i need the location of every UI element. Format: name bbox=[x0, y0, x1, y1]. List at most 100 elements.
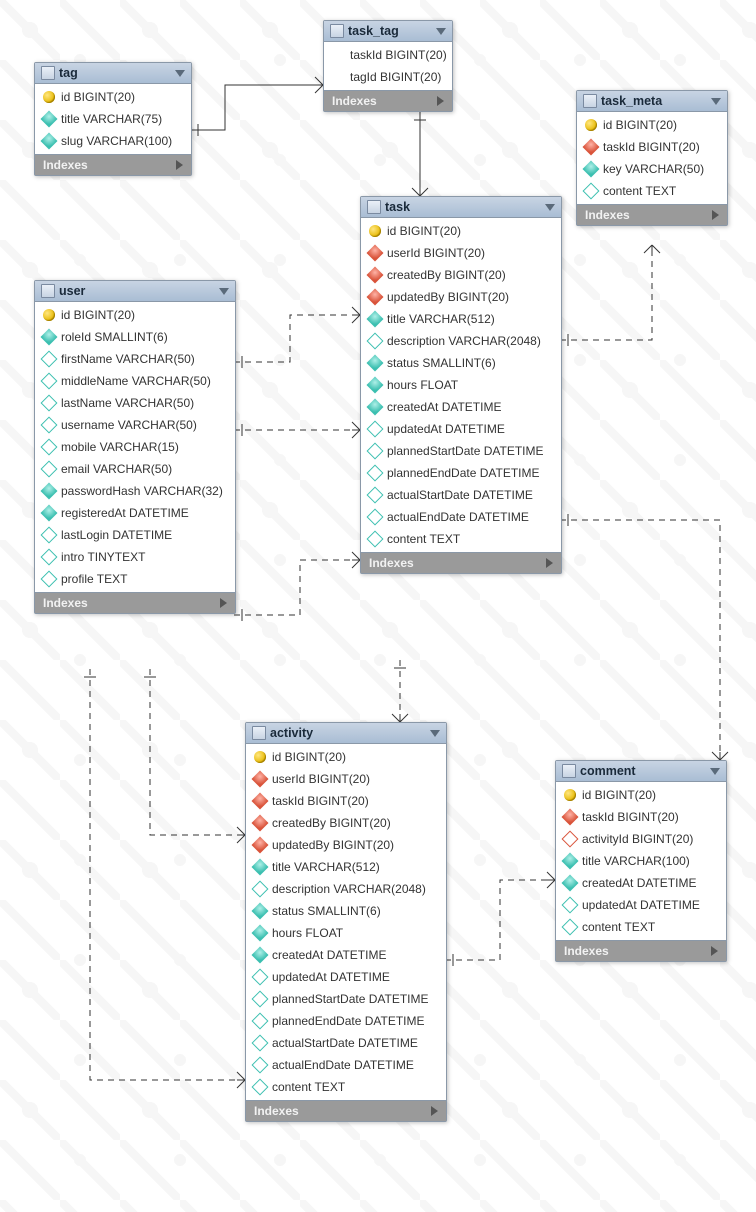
entity-header[interactable]: task_meta bbox=[577, 91, 727, 112]
column-row[interactable]: content TEXT bbox=[361, 528, 561, 550]
column-row[interactable]: content TEXT bbox=[246, 1076, 446, 1098]
column-row[interactable]: passwordHash VARCHAR(32) bbox=[35, 480, 235, 502]
column-row[interactable]: title VARCHAR(75) bbox=[35, 108, 191, 130]
column-row[interactable]: id BIGINT(20) bbox=[246, 746, 446, 768]
column-row[interactable]: mobile VARCHAR(15) bbox=[35, 436, 235, 458]
indexes-footer[interactable]: Indexes bbox=[246, 1100, 446, 1121]
collapse-icon[interactable] bbox=[711, 98, 721, 105]
column-row[interactable]: id BIGINT(20) bbox=[556, 784, 726, 806]
column-row[interactable]: id BIGINT(20) bbox=[577, 114, 727, 136]
column-row[interactable]: id BIGINT(20) bbox=[35, 304, 235, 326]
entity-task_tag[interactable]: task_tagtaskId BIGINT(20)tagId BIGINT(20… bbox=[323, 20, 453, 112]
column-row[interactable]: firstName VARCHAR(50) bbox=[35, 348, 235, 370]
column-row[interactable]: taskId BIGINT(20) bbox=[577, 136, 727, 158]
expand-icon[interactable] bbox=[712, 210, 719, 220]
column-row[interactable]: id BIGINT(20) bbox=[361, 220, 561, 242]
column-row[interactable]: updatedAt DATETIME bbox=[556, 894, 726, 916]
collapse-icon[interactable] bbox=[175, 70, 185, 77]
indexes-footer[interactable]: Indexes bbox=[577, 204, 727, 225]
column-type-icon bbox=[367, 333, 384, 350]
column-row[interactable]: createdBy BIGINT(20) bbox=[246, 812, 446, 834]
entity-user[interactable]: userid BIGINT(20)roleId SMALLINT(6)first… bbox=[34, 280, 236, 614]
column-row[interactable]: actualEndDate DATETIME bbox=[246, 1054, 446, 1076]
column-row[interactable]: plannedStartDate DATETIME bbox=[361, 440, 561, 462]
indexes-footer[interactable]: Indexes bbox=[35, 154, 191, 175]
column-row[interactable]: middleName VARCHAR(50) bbox=[35, 370, 235, 392]
entity-activity[interactable]: activityid BIGINT(20)userId BIGINT(20)ta… bbox=[245, 722, 447, 1122]
entity-header[interactable]: activity bbox=[246, 723, 446, 744]
collapse-icon[interactable] bbox=[545, 204, 555, 211]
entity-tag[interactable]: tagid BIGINT(20)title VARCHAR(75)slug VA… bbox=[34, 62, 192, 176]
column-row[interactable]: description VARCHAR(2048) bbox=[246, 878, 446, 900]
column-row[interactable]: actualEndDate DATETIME bbox=[361, 506, 561, 528]
column-row[interactable]: createdAt DATETIME bbox=[556, 872, 726, 894]
column-row[interactable]: userId BIGINT(20) bbox=[246, 768, 446, 790]
entity-task[interactable]: taskid BIGINT(20)userId BIGINT(20)create… bbox=[360, 196, 562, 574]
expand-icon[interactable] bbox=[220, 598, 227, 608]
column-row[interactable]: activityId BIGINT(20) bbox=[556, 828, 726, 850]
column-row[interactable]: lastName VARCHAR(50) bbox=[35, 392, 235, 414]
column-row[interactable]: email VARCHAR(50) bbox=[35, 458, 235, 480]
entity-comment[interactable]: commentid BIGINT(20)taskId BIGINT(20)act… bbox=[555, 760, 727, 962]
expand-icon[interactable] bbox=[546, 558, 553, 568]
column-row[interactable]: createdAt DATETIME bbox=[246, 944, 446, 966]
indexes-footer[interactable]: Indexes bbox=[361, 552, 561, 573]
column-row[interactable]: hours FLOAT bbox=[361, 374, 561, 396]
column-type-icon bbox=[43, 91, 55, 103]
entity-header[interactable]: tag bbox=[35, 63, 191, 84]
column-text: description VARCHAR(2048) bbox=[387, 334, 541, 348]
column-row[interactable]: taskId BIGINT(20) bbox=[324, 44, 452, 66]
indexes-footer[interactable]: Indexes bbox=[556, 940, 726, 961]
column-row[interactable]: createdBy BIGINT(20) bbox=[361, 264, 561, 286]
column-row[interactable]: hours FLOAT bbox=[246, 922, 446, 944]
column-row[interactable]: plannedEndDate DATETIME bbox=[361, 462, 561, 484]
column-row[interactable]: lastLogin DATETIME bbox=[35, 524, 235, 546]
column-row[interactable]: content TEXT bbox=[577, 180, 727, 202]
column-row[interactable]: id BIGINT(20) bbox=[35, 86, 191, 108]
column-row[interactable]: content TEXT bbox=[556, 916, 726, 938]
column-row[interactable]: username VARCHAR(50) bbox=[35, 414, 235, 436]
column-row[interactable]: updatedAt DATETIME bbox=[361, 418, 561, 440]
column-type-icon bbox=[367, 531, 384, 548]
column-row[interactable]: plannedStartDate DATETIME bbox=[246, 988, 446, 1010]
entity-header[interactable]: task_tag bbox=[324, 21, 452, 42]
entity-header[interactable]: comment bbox=[556, 761, 726, 782]
column-row[interactable]: title VARCHAR(100) bbox=[556, 850, 726, 872]
column-row[interactable]: updatedAt DATETIME bbox=[246, 966, 446, 988]
column-row[interactable]: intro TINYTEXT bbox=[35, 546, 235, 568]
column-row[interactable]: tagId BIGINT(20) bbox=[324, 66, 452, 88]
collapse-icon[interactable] bbox=[710, 768, 720, 775]
indexes-footer[interactable]: Indexes bbox=[35, 592, 235, 613]
column-row[interactable]: taskId BIGINT(20) bbox=[556, 806, 726, 828]
collapse-icon[interactable] bbox=[436, 28, 446, 35]
column-row[interactable]: status SMALLINT(6) bbox=[361, 352, 561, 374]
column-row[interactable]: roleId SMALLINT(6) bbox=[35, 326, 235, 348]
indexes-footer[interactable]: Indexes bbox=[324, 90, 452, 111]
column-row[interactable]: actualStartDate DATETIME bbox=[361, 484, 561, 506]
entity-header[interactable]: task bbox=[361, 197, 561, 218]
column-row[interactable]: title VARCHAR(512) bbox=[246, 856, 446, 878]
column-row[interactable]: description VARCHAR(2048) bbox=[361, 330, 561, 352]
column-text: content TEXT bbox=[603, 184, 676, 198]
column-row[interactable]: slug VARCHAR(100) bbox=[35, 130, 191, 152]
column-row[interactable]: createdAt DATETIME bbox=[361, 396, 561, 418]
column-row[interactable]: userId BIGINT(20) bbox=[361, 242, 561, 264]
column-row[interactable]: plannedEndDate DATETIME bbox=[246, 1010, 446, 1032]
column-row[interactable]: taskId BIGINT(20) bbox=[246, 790, 446, 812]
entity-header[interactable]: user bbox=[35, 281, 235, 302]
collapse-icon[interactable] bbox=[219, 288, 229, 295]
expand-icon[interactable] bbox=[437, 96, 444, 106]
column-row[interactable]: updatedBy BIGINT(20) bbox=[246, 834, 446, 856]
expand-icon[interactable] bbox=[431, 1106, 438, 1116]
expand-icon[interactable] bbox=[176, 160, 183, 170]
collapse-icon[interactable] bbox=[430, 730, 440, 737]
column-row[interactable]: updatedBy BIGINT(20) bbox=[361, 286, 561, 308]
entity-task_meta[interactable]: task_metaid BIGINT(20)taskId BIGINT(20)k… bbox=[576, 90, 728, 226]
column-row[interactable]: title VARCHAR(512) bbox=[361, 308, 561, 330]
column-row[interactable]: profile TEXT bbox=[35, 568, 235, 590]
expand-icon[interactable] bbox=[711, 946, 718, 956]
column-row[interactable]: key VARCHAR(50) bbox=[577, 158, 727, 180]
column-row[interactable]: status SMALLINT(6) bbox=[246, 900, 446, 922]
column-row[interactable]: actualStartDate DATETIME bbox=[246, 1032, 446, 1054]
column-row[interactable]: registeredAt DATETIME bbox=[35, 502, 235, 524]
